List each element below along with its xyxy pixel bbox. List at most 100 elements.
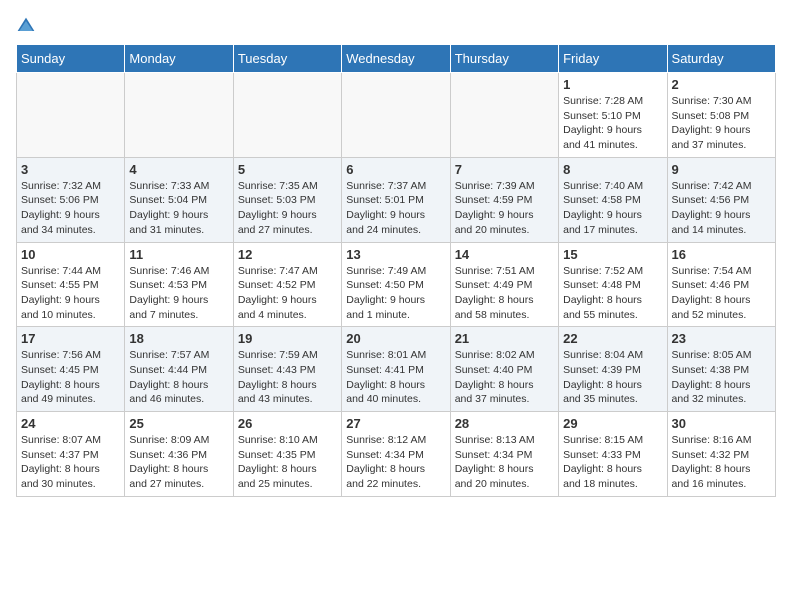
calendar-cell: 4 Sunrise: 7:33 AM Sunset: 5:04 PM Daylig… — [125, 157, 233, 242]
day-number: 22 — [563, 331, 662, 346]
day-info: Sunrise: 8:15 AM Sunset: 4:33 PM Dayligh… — [563, 433, 662, 492]
weekday-header-tuesday: Tuesday — [233, 45, 341, 73]
calendar-cell: 28 Sunrise: 8:13 AM Sunset: 4:34 PM Dayli… — [450, 412, 558, 497]
day-number: 27 — [346, 416, 445, 431]
calendar-cell: 29 Sunrise: 8:15 AM Sunset: 4:33 PM Dayli… — [559, 412, 667, 497]
calendar-week-row: 24 Sunrise: 8:07 AM Sunset: 4:37 PM Dayli… — [17, 412, 776, 497]
day-info: Sunrise: 7:33 AM Sunset: 5:04 PM Dayligh… — [129, 179, 228, 238]
day-number: 9 — [672, 162, 771, 177]
calendar-cell: 13 Sunrise: 7:49 AM Sunset: 4:50 PM Dayli… — [342, 242, 450, 327]
calendar-cell: 23Sunrise: 8:05 AM Sunset: 4:38 PM Dayli… — [667, 327, 775, 412]
day-info: Sunrise: 7:56 AM Sunset: 4:45 PM Dayligh… — [21, 348, 120, 407]
day-info: Sunrise: 7:44 AM Sunset: 4:55 PM Dayligh… — [21, 264, 120, 323]
day-number: 14 — [455, 247, 554, 262]
day-info: Sunrise: 7:40 AM Sunset: 4:58 PM Dayligh… — [563, 179, 662, 238]
day-info: Sunrise: 7:30 AM Sunset: 5:08 PM Dayligh… — [672, 94, 771, 153]
day-number: 15 — [563, 247, 662, 262]
page-header — [16, 16, 776, 36]
calendar-cell: 14 Sunrise: 7:51 AM Sunset: 4:49 PM Dayli… — [450, 242, 558, 327]
day-number: 29 — [563, 416, 662, 431]
day-info: Sunrise: 7:54 AM Sunset: 4:46 PM Dayligh… — [672, 264, 771, 323]
day-number: 8 — [563, 162, 662, 177]
day-info: Sunrise: 7:57 AM Sunset: 4:44 PM Dayligh… — [129, 348, 228, 407]
calendar-cell: 19 Sunrise: 7:59 AM Sunset: 4:43 PM Dayli… — [233, 327, 341, 412]
calendar-cell — [233, 73, 341, 158]
calendar-cell — [450, 73, 558, 158]
day-number: 5 — [238, 162, 337, 177]
calendar-cell: 2 Sunrise: 7:30 AM Sunset: 5:08 PM Daylig… — [667, 73, 775, 158]
calendar-cell — [17, 73, 125, 158]
day-info: Sunrise: 8:04 AM Sunset: 4:39 PM Dayligh… — [563, 348, 662, 407]
day-info: Sunrise: 8:01 AM Sunset: 4:41 PM Dayligh… — [346, 348, 445, 407]
day-info: Sunrise: 8:07 AM Sunset: 4:37 PM Dayligh… — [21, 433, 120, 492]
logo — [16, 16, 40, 36]
day-number: 23 — [672, 331, 771, 346]
calendar-week-row: 10 Sunrise: 7:44 AM Sunset: 4:55 PM Dayli… — [17, 242, 776, 327]
day-number: 19 — [238, 331, 337, 346]
day-number: 28 — [455, 416, 554, 431]
weekday-header-saturday: Saturday — [667, 45, 775, 73]
calendar-cell: 22 Sunrise: 8:04 AM Sunset: 4:39 PM Dayli… — [559, 327, 667, 412]
day-info: Sunrise: 8:16 AM Sunset: 4:32 PM Dayligh… — [672, 433, 771, 492]
calendar-week-row: 17 Sunrise: 7:56 AM Sunset: 4:45 PM Dayli… — [17, 327, 776, 412]
calendar-cell: 11 Sunrise: 7:46 AM Sunset: 4:53 PM Dayli… — [125, 242, 233, 327]
calendar-cell: 10 Sunrise: 7:44 AM Sunset: 4:55 PM Dayli… — [17, 242, 125, 327]
day-info: Sunrise: 7:32 AM Sunset: 5:06 PM Dayligh… — [21, 179, 120, 238]
day-number: 11 — [129, 247, 228, 262]
day-number: 2 — [672, 77, 771, 92]
calendar-cell: 5 Sunrise: 7:35 AM Sunset: 5:03 PM Daylig… — [233, 157, 341, 242]
day-number: 1 — [563, 77, 662, 92]
calendar-cell: 27Sunrise: 8:12 AM Sunset: 4:34 PM Dayli… — [342, 412, 450, 497]
day-info: Sunrise: 7:52 AM Sunset: 4:48 PM Dayligh… — [563, 264, 662, 323]
day-info: Sunrise: 7:37 AM Sunset: 5:01 PM Dayligh… — [346, 179, 445, 238]
day-info: Sunrise: 7:51 AM Sunset: 4:49 PM Dayligh… — [455, 264, 554, 323]
calendar-cell: 20 Sunrise: 8:01 AM Sunset: 4:41 PM Dayli… — [342, 327, 450, 412]
day-number: 21 — [455, 331, 554, 346]
day-info: Sunrise: 8:10 AM Sunset: 4:35 PM Dayligh… — [238, 433, 337, 492]
day-number: 26 — [238, 416, 337, 431]
day-info: Sunrise: 7:35 AM Sunset: 5:03 PM Dayligh… — [238, 179, 337, 238]
day-info: Sunrise: 7:39 AM Sunset: 4:59 PM Dayligh… — [455, 179, 554, 238]
calendar-week-row: 1 Sunrise: 7:28 AM Sunset: 5:10 PM Daylig… — [17, 73, 776, 158]
calendar-cell: 21 Sunrise: 8:02 AM Sunset: 4:40 PM Dayli… — [450, 327, 558, 412]
day-info: Sunrise: 7:28 AM Sunset: 5:10 PM Dayligh… — [563, 94, 662, 153]
day-number: 12 — [238, 247, 337, 262]
day-info: Sunrise: 7:47 AM Sunset: 4:52 PM Dayligh… — [238, 264, 337, 323]
day-info: Sunrise: 7:49 AM Sunset: 4:50 PM Dayligh… — [346, 264, 445, 323]
calendar-cell: 3 Sunrise: 7:32 AM Sunset: 5:06 PM Daylig… — [17, 157, 125, 242]
day-number: 7 — [455, 162, 554, 177]
day-info: Sunrise: 7:46 AM Sunset: 4:53 PM Dayligh… — [129, 264, 228, 323]
calendar-cell: 25Sunrise: 8:09 AM Sunset: 4:36 PM Dayli… — [125, 412, 233, 497]
calendar-cell: 6 Sunrise: 7:37 AM Sunset: 5:01 PM Daylig… — [342, 157, 450, 242]
calendar-cell: 9Sunrise: 7:42 AM Sunset: 4:56 PM Daylig… — [667, 157, 775, 242]
day-number: 10 — [21, 247, 120, 262]
day-number: 25 — [129, 416, 228, 431]
day-number: 16 — [672, 247, 771, 262]
day-number: 6 — [346, 162, 445, 177]
weekday-header-wednesday: Wednesday — [342, 45, 450, 73]
logo-icon — [16, 16, 36, 36]
day-number: 4 — [129, 162, 228, 177]
day-info: Sunrise: 8:13 AM Sunset: 4:34 PM Dayligh… — [455, 433, 554, 492]
calendar-cell: 15 Sunrise: 7:52 AM Sunset: 4:48 PM Dayli… — [559, 242, 667, 327]
day-number: 13 — [346, 247, 445, 262]
calendar-cell: 8 Sunrise: 7:40 AM Sunset: 4:58 PM Daylig… — [559, 157, 667, 242]
day-number: 20 — [346, 331, 445, 346]
calendar-cell — [125, 73, 233, 158]
weekday-header-thursday: Thursday — [450, 45, 558, 73]
weekday-header-sunday: Sunday — [17, 45, 125, 73]
calendar-table: SundayMondayTuesdayWednesdayThursdayFrid… — [16, 44, 776, 497]
calendar-week-row: 3 Sunrise: 7:32 AM Sunset: 5:06 PM Daylig… — [17, 157, 776, 242]
weekday-header-monday: Monday — [125, 45, 233, 73]
calendar-cell: 26 Sunrise: 8:10 AM Sunset: 4:35 PM Dayli… — [233, 412, 341, 497]
day-number: 30 — [672, 416, 771, 431]
calendar-cell: 16 Sunrise: 7:54 AM Sunset: 4:46 PM Dayli… — [667, 242, 775, 327]
day-number: 24 — [21, 416, 120, 431]
calendar-cell: 17 Sunrise: 7:56 AM Sunset: 4:45 PM Dayli… — [17, 327, 125, 412]
day-info: Sunrise: 7:59 AM Sunset: 4:43 PM Dayligh… — [238, 348, 337, 407]
day-number: 3 — [21, 162, 120, 177]
day-number: 17 — [21, 331, 120, 346]
calendar-cell: 30 Sunrise: 8:16 AM Sunset: 4:32 PM Dayli… — [667, 412, 775, 497]
weekday-header-friday: Friday — [559, 45, 667, 73]
day-info: Sunrise: 8:02 AM Sunset: 4:40 PM Dayligh… — [455, 348, 554, 407]
